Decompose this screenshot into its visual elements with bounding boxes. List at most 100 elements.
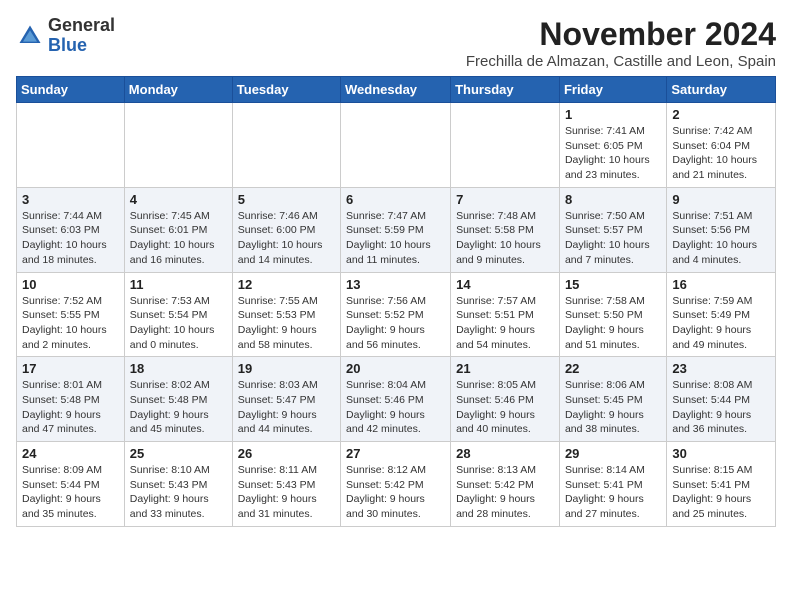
calendar-cell: 15 Sunrise: 7:58 AM Sunset: 5:50 PM Dayli…	[559, 272, 666, 357]
day-number: 1	[565, 107, 661, 122]
day-number: 12	[238, 277, 335, 292]
day-number: 26	[238, 446, 335, 461]
title-area: November 2024 Frechilla de Almazan, Cast…	[466, 16, 776, 70]
weekday-header-sunday: Sunday	[17, 77, 125, 103]
day-info: Sunrise: 8:04 AM Sunset: 5:46 PM Dayligh…	[346, 378, 445, 437]
day-number: 27	[346, 446, 445, 461]
day-number: 18	[130, 361, 227, 376]
calendar-cell: 12 Sunrise: 7:55 AM Sunset: 5:53 PM Dayli…	[232, 272, 340, 357]
calendar-cell: 11 Sunrise: 7:53 AM Sunset: 5:54 PM Dayli…	[124, 272, 232, 357]
day-info: Sunrise: 7:41 AM Sunset: 6:05 PM Dayligh…	[565, 124, 661, 183]
calendar-cell	[341, 103, 451, 188]
calendar-cell: 16Sunrise: 7:59 AM Sunset: 5:49 PM Dayli…	[667, 272, 776, 357]
day-number: 14	[456, 277, 554, 292]
day-info: Sunrise: 7:56 AM Sunset: 5:52 PM Dayligh…	[346, 294, 445, 353]
calendar-cell: 14 Sunrise: 7:57 AM Sunset: 5:51 PM Dayli…	[451, 272, 560, 357]
day-info: Sunrise: 7:53 AM Sunset: 5:54 PM Dayligh…	[130, 294, 227, 353]
weekday-header-friday: Friday	[559, 77, 666, 103]
calendar-cell: 19Sunrise: 8:03 AM Sunset: 5:47 PM Dayli…	[232, 357, 340, 442]
calendar-cell: 25Sunrise: 8:10 AM Sunset: 5:43 PM Dayli…	[124, 442, 232, 527]
calendar-cell	[232, 103, 340, 188]
day-number: 30	[672, 446, 770, 461]
weekday-header-saturday: Saturday	[667, 77, 776, 103]
week-row-2: 3Sunrise: 7:44 AM Sunset: 6:03 PM Daylig…	[17, 187, 776, 272]
weekday-header-monday: Monday	[124, 77, 232, 103]
day-info: Sunrise: 8:10 AM Sunset: 5:43 PM Dayligh…	[130, 463, 227, 522]
day-info: Sunrise: 7:42 AM Sunset: 6:04 PM Dayligh…	[672, 124, 770, 183]
day-number: 13	[346, 277, 445, 292]
calendar-cell: 20 Sunrise: 8:04 AM Sunset: 5:46 PM Dayli…	[341, 357, 451, 442]
day-number: 21	[456, 361, 554, 376]
day-info: Sunrise: 8:08 AM Sunset: 5:44 PM Dayligh…	[672, 378, 770, 437]
logo-icon	[16, 22, 44, 50]
day-number: 7	[456, 192, 554, 207]
day-number: 2	[672, 107, 770, 122]
day-number: 23	[672, 361, 770, 376]
day-number: 29	[565, 446, 661, 461]
calendar-cell: 7 Sunrise: 7:48 AM Sunset: 5:58 PM Daylig…	[451, 187, 560, 272]
calendar-cell: 24 Sunrise: 8:09 AM Sunset: 5:44 PM Dayli…	[17, 442, 125, 527]
day-info: Sunrise: 8:06 AM Sunset: 5:45 PM Dayligh…	[565, 378, 661, 437]
page-header: General Blue November 2024 Frechilla de …	[16, 16, 776, 70]
weekday-header-thursday: Thursday	[451, 77, 560, 103]
day-number: 19	[238, 361, 335, 376]
day-number: 11	[130, 277, 227, 292]
weekday-header-row: SundayMondayTuesdayWednesdayThursdayFrid…	[17, 77, 776, 103]
location-title: Frechilla de Almazan, Castille and Leon,…	[466, 53, 776, 70]
day-number: 9	[672, 192, 770, 207]
week-row-4: 17Sunrise: 8:01 AM Sunset: 5:48 PM Dayli…	[17, 357, 776, 442]
day-info: Sunrise: 7:58 AM Sunset: 5:50 PM Dayligh…	[565, 294, 661, 353]
day-info: Sunrise: 7:57 AM Sunset: 5:51 PM Dayligh…	[456, 294, 554, 353]
day-info: Sunrise: 7:46 AM Sunset: 6:00 PM Dayligh…	[238, 209, 335, 268]
day-number: 4	[130, 192, 227, 207]
calendar-cell: 27 Sunrise: 8:12 AM Sunset: 5:42 PM Dayli…	[341, 442, 451, 527]
calendar-cell	[17, 103, 125, 188]
day-info: Sunrise: 7:47 AM Sunset: 5:59 PM Dayligh…	[346, 209, 445, 268]
calendar-cell	[124, 103, 232, 188]
calendar-cell: 22 Sunrise: 8:06 AM Sunset: 5:45 PM Dayli…	[559, 357, 666, 442]
calendar-cell: 13 Sunrise: 7:56 AM Sunset: 5:52 PM Dayli…	[341, 272, 451, 357]
weekday-header-wednesday: Wednesday	[341, 77, 451, 103]
day-info: Sunrise: 8:12 AM Sunset: 5:42 PM Dayligh…	[346, 463, 445, 522]
day-number: 22	[565, 361, 661, 376]
day-number: 16	[672, 277, 770, 292]
calendar-cell: 18 Sunrise: 8:02 AM Sunset: 5:48 PM Dayli…	[124, 357, 232, 442]
calendar-cell: 6 Sunrise: 7:47 AM Sunset: 5:59 PM Daylig…	[341, 187, 451, 272]
day-number: 6	[346, 192, 445, 207]
day-info: Sunrise: 7:55 AM Sunset: 5:53 PM Dayligh…	[238, 294, 335, 353]
day-info: Sunrise: 8:13 AM Sunset: 5:42 PM Dayligh…	[456, 463, 554, 522]
week-row-3: 10 Sunrise: 7:52 AM Sunset: 5:55 PM Dayli…	[17, 272, 776, 357]
day-number: 20	[346, 361, 445, 376]
month-title: November 2024	[466, 16, 776, 53]
day-info: Sunrise: 8:09 AM Sunset: 5:44 PM Dayligh…	[22, 463, 119, 522]
day-number: 28	[456, 446, 554, 461]
day-number: 15	[565, 277, 661, 292]
calendar-cell: 29 Sunrise: 8:14 AM Sunset: 5:41 PM Dayli…	[559, 442, 666, 527]
day-info: Sunrise: 8:11 AM Sunset: 5:43 PM Dayligh…	[238, 463, 335, 522]
day-info: Sunrise: 8:02 AM Sunset: 5:48 PM Dayligh…	[130, 378, 227, 437]
calendar-cell: 2 Sunrise: 7:42 AM Sunset: 6:04 PM Daylig…	[667, 103, 776, 188]
calendar-cell: 1 Sunrise: 7:41 AM Sunset: 6:05 PM Daylig…	[559, 103, 666, 188]
week-row-1: 1 Sunrise: 7:41 AM Sunset: 6:05 PM Daylig…	[17, 103, 776, 188]
calendar: SundayMondayTuesdayWednesdayThursdayFrid…	[16, 76, 776, 527]
day-info: Sunrise: 7:52 AM Sunset: 5:55 PM Dayligh…	[22, 294, 119, 353]
day-info: Sunrise: 7:50 AM Sunset: 5:57 PM Dayligh…	[565, 209, 661, 268]
calendar-cell: 30Sunrise: 8:15 AM Sunset: 5:41 PM Dayli…	[667, 442, 776, 527]
calendar-cell: 9Sunrise: 7:51 AM Sunset: 5:56 PM Daylig…	[667, 187, 776, 272]
logo-text: General Blue	[48, 16, 115, 56]
calendar-cell: 21 Sunrise: 8:05 AM Sunset: 5:46 PM Dayli…	[451, 357, 560, 442]
day-number: 24	[22, 446, 119, 461]
logo: General Blue	[16, 16, 115, 56]
day-info: Sunrise: 7:45 AM Sunset: 6:01 PM Dayligh…	[130, 209, 227, 268]
calendar-cell: 5Sunrise: 7:46 AM Sunset: 6:00 PM Daylig…	[232, 187, 340, 272]
day-info: Sunrise: 7:48 AM Sunset: 5:58 PM Dayligh…	[456, 209, 554, 268]
calendar-cell: 26 Sunrise: 8:11 AM Sunset: 5:43 PM Dayli…	[232, 442, 340, 527]
calendar-cell: 17Sunrise: 8:01 AM Sunset: 5:48 PM Dayli…	[17, 357, 125, 442]
day-info: Sunrise: 8:14 AM Sunset: 5:41 PM Dayligh…	[565, 463, 661, 522]
calendar-cell: 8Sunrise: 7:50 AM Sunset: 5:57 PM Daylig…	[559, 187, 666, 272]
calendar-cell: 10 Sunrise: 7:52 AM Sunset: 5:55 PM Dayli…	[17, 272, 125, 357]
day-number: 10	[22, 277, 119, 292]
calendar-cell: 4 Sunrise: 7:45 AM Sunset: 6:01 PM Daylig…	[124, 187, 232, 272]
day-info: Sunrise: 7:44 AM Sunset: 6:03 PM Dayligh…	[22, 209, 119, 268]
day-info: Sunrise: 8:05 AM Sunset: 5:46 PM Dayligh…	[456, 378, 554, 437]
